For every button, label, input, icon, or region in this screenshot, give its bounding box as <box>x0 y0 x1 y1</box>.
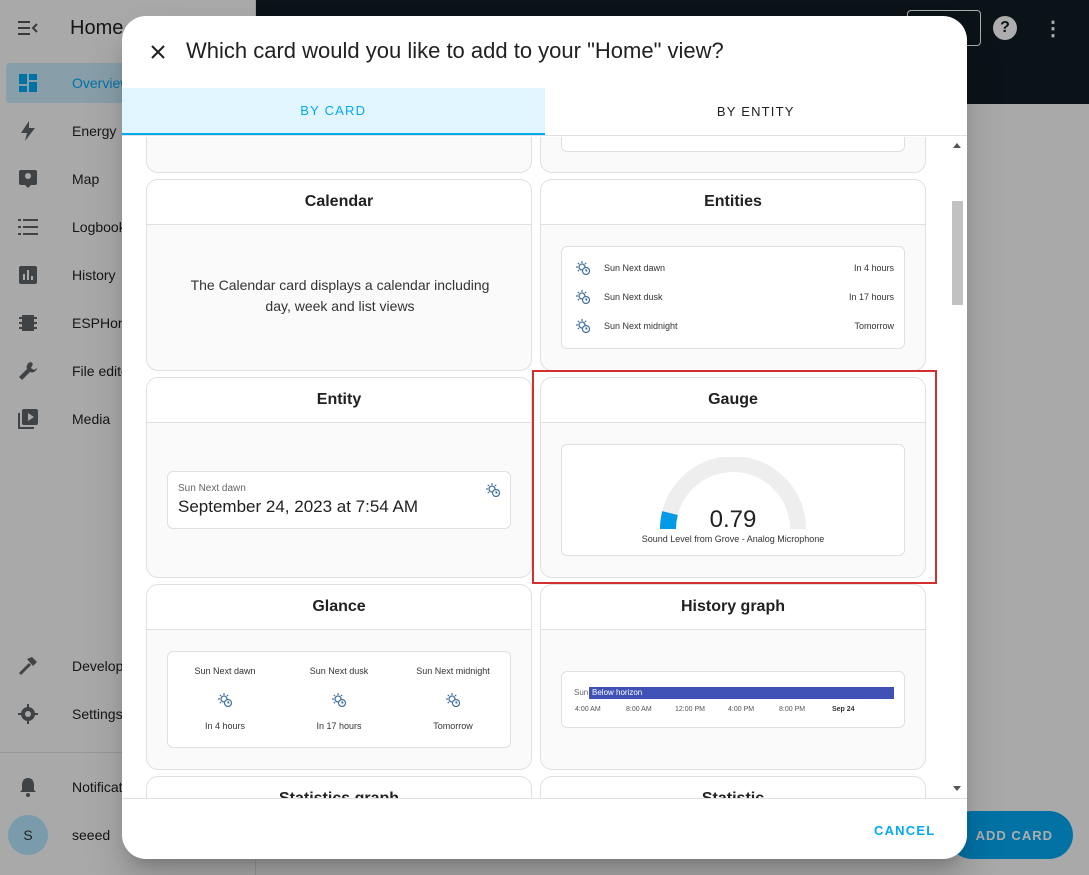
sun-clock-icon <box>218 693 232 707</box>
tab-by-entity[interactable]: BY ENTITY <box>545 88 968 135</box>
glance-name: Sun Next midnight <box>416 666 490 676</box>
card-option-entity[interactable]: Entity Sun Next dawn September 24, 2023 … <box>146 377 532 578</box>
card-description: The Calendar card displays a calendar in… <box>190 277 490 314</box>
tab-by-card[interactable]: BY CARD <box>122 88 545 135</box>
entity-value: In 4 hours <box>853 263 894 273</box>
history-entity-label: Sun <box>574 688 589 697</box>
sun-clock-icon <box>576 261 590 275</box>
card-option-entities[interactable]: Entities Sun Next dawn In 4 hours Sun Ne… <box>540 179 926 371</box>
card-option-partial[interactable] <box>146 137 532 173</box>
glance-item: Sun Next midnight Tomorrow <box>396 652 510 747</box>
entity-preview: Sun Next dawn September 24, 2023 at 7:54… <box>167 471 511 529</box>
dialog-actions: CANCEL <box>122 798 967 859</box>
card-title: History graph <box>541 585 925 630</box>
entity-value: September 24, 2023 at 7:54 AM <box>178 497 419 516</box>
glance-state: In 4 hours <box>204 721 246 731</box>
glance-name: Sun Next dusk <box>309 666 369 676</box>
glance-state: In 17 hours <box>316 721 362 731</box>
card-option-statistics-graph[interactable]: Statistics graph <box>146 776 532 798</box>
tab-bar: BY CARD BY ENTITY <box>122 88 967 136</box>
sun-clock-icon <box>576 319 590 333</box>
card-preview <box>561 137 905 152</box>
entity-row: Sun Next midnight Tomorrow <box>576 316 894 336</box>
card-option-statistic[interactable]: Statistic <box>540 776 926 798</box>
card-picker-list[interactable]: Calendar The Calendar card displays a ca… <box>122 137 967 798</box>
dialog-header: Which card would you like to add to your… <box>122 16 967 88</box>
history-tick: 12:00 PM <box>675 706 705 713</box>
history-bar-label: Below horizon <box>592 688 643 697</box>
entity-name: Sun Next dusk <box>604 292 663 302</box>
gauge-preview: 0.79 Sound Level from Grove - Analog Mic… <box>561 444 905 556</box>
glance-state: Tomorrow <box>433 721 473 731</box>
glance-name: Sun Next dawn <box>194 666 256 676</box>
scrollbar[interactable] <box>948 137 965 798</box>
card-option-gauge[interactable]: Gauge 0.79 Sound Level from Grove - Anal… <box>540 377 926 578</box>
entity-row: Sun Next dusk In 17 hours <box>576 287 894 307</box>
glance-item: Sun Next dawn In 4 hours <box>168 652 282 747</box>
card-title: Entities <box>541 180 925 225</box>
glance-item: Sun Next dusk In 17 hours <box>282 652 396 747</box>
card-option-partial[interactable] <box>540 137 926 173</box>
history-timeline-bar: Below horizon <box>589 687 894 699</box>
close-icon[interactable] <box>146 40 170 64</box>
add-card-dialog: Which card would you like to add to your… <box>122 16 967 859</box>
sun-clock-icon <box>576 290 590 304</box>
card-title: Calendar <box>147 180 531 225</box>
entities-preview: Sun Next dawn In 4 hours Sun Next dusk I… <box>561 246 905 349</box>
card-title: Entity <box>147 378 531 423</box>
gauge-name: Sound Level from Grove - Analog Micropho… <box>641 534 825 544</box>
entity-name: Sun Next midnight <box>604 321 678 331</box>
dialog-title: Which card would you like to add to your… <box>186 38 724 63</box>
card-title: Glance <box>147 585 531 630</box>
glance-preview: Sun Next dawn In 4 hours Sun Next dusk I… <box>167 651 511 748</box>
scroll-up-icon[interactable] <box>953 143 961 148</box>
entity-value: In 17 hours <box>848 292 894 302</box>
history-tick: 4:00 PM <box>728 706 755 713</box>
card-title: Gauge <box>541 378 925 423</box>
history-tick: 4:00 AM <box>575 706 601 713</box>
card-option-history-graph[interactable]: History graph Sun Below horizon 4:00 AM … <box>540 584 926 770</box>
cancel-button[interactable]: CANCEL <box>874 823 935 838</box>
history-preview: Sun Below horizon 4:00 AM 8:00 AM 12:00 … <box>561 671 905 728</box>
entity-value: Tomorrow <box>854 321 894 331</box>
history-tick: 8:00 PM <box>779 706 806 713</box>
entity-row: Sun Next dawn In 4 hours <box>576 258 894 278</box>
scroll-down-icon[interactable] <box>953 786 961 791</box>
entity-label: Sun Next dawn <box>178 483 246 494</box>
sun-clock-icon <box>332 693 346 707</box>
history-tick: Sep 24 <box>832 706 855 713</box>
card-option-glance[interactable]: Glance Sun Next dawn In 4 hours Sun Next… <box>146 584 532 770</box>
card-title: Statistic <box>541 777 925 798</box>
card-option-calendar[interactable]: Calendar The Calendar card displays a ca… <box>146 179 532 371</box>
scrollbar-thumb[interactable] <box>952 201 963 305</box>
entity-name: Sun Next dawn <box>604 263 666 273</box>
gauge-value: 0.79 <box>709 506 757 533</box>
history-tick: 8:00 AM <box>626 706 652 713</box>
sun-clock-icon <box>486 483 500 497</box>
card-title: Statistics graph <box>147 777 531 798</box>
sun-clock-icon <box>446 693 460 707</box>
